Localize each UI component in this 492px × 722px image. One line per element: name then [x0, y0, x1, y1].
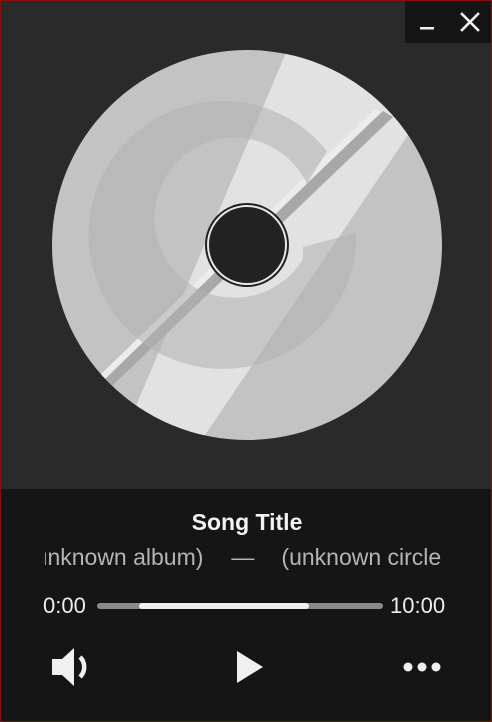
now-playing-panel: Song Title (unknown album) — (unknown ci…: [1, 489, 491, 721]
current-time: 0:00: [43, 593, 86, 618]
metadata-separator: —: [231, 544, 255, 570]
play-button[interactable]: [223, 641, 277, 693]
song-title: Song Title: [191, 509, 303, 535]
artist-name: (unknown circle): [281, 544, 441, 570]
more-options-icon: [403, 662, 441, 672]
close-button[interactable]: [453, 5, 487, 39]
minimize-icon: [419, 27, 434, 30]
track-metadata-marquee: (unknown album) — (unknown circle): [45, 544, 441, 574]
close-icon: [459, 12, 480, 32]
disc-placeholder-icon: [52, 50, 442, 440]
more-options-button[interactable]: [397, 641, 447, 693]
volume-icon: [52, 648, 87, 686]
album-name: (unknown album): [45, 544, 204, 570]
duration-time: 10:00: [390, 593, 446, 618]
window-controls: [405, 1, 491, 43]
play-icon: [237, 651, 263, 683]
player-window: Song Title (unknown album) — (unknown ci…: [0, 0, 492, 722]
seek-bar[interactable]: [97, 603, 383, 609]
album-art: [1, 1, 491, 489]
minimize-button[interactable]: [410, 5, 444, 39]
volume-button[interactable]: [45, 641, 99, 693]
seek-bar-fill: [139, 603, 309, 609]
